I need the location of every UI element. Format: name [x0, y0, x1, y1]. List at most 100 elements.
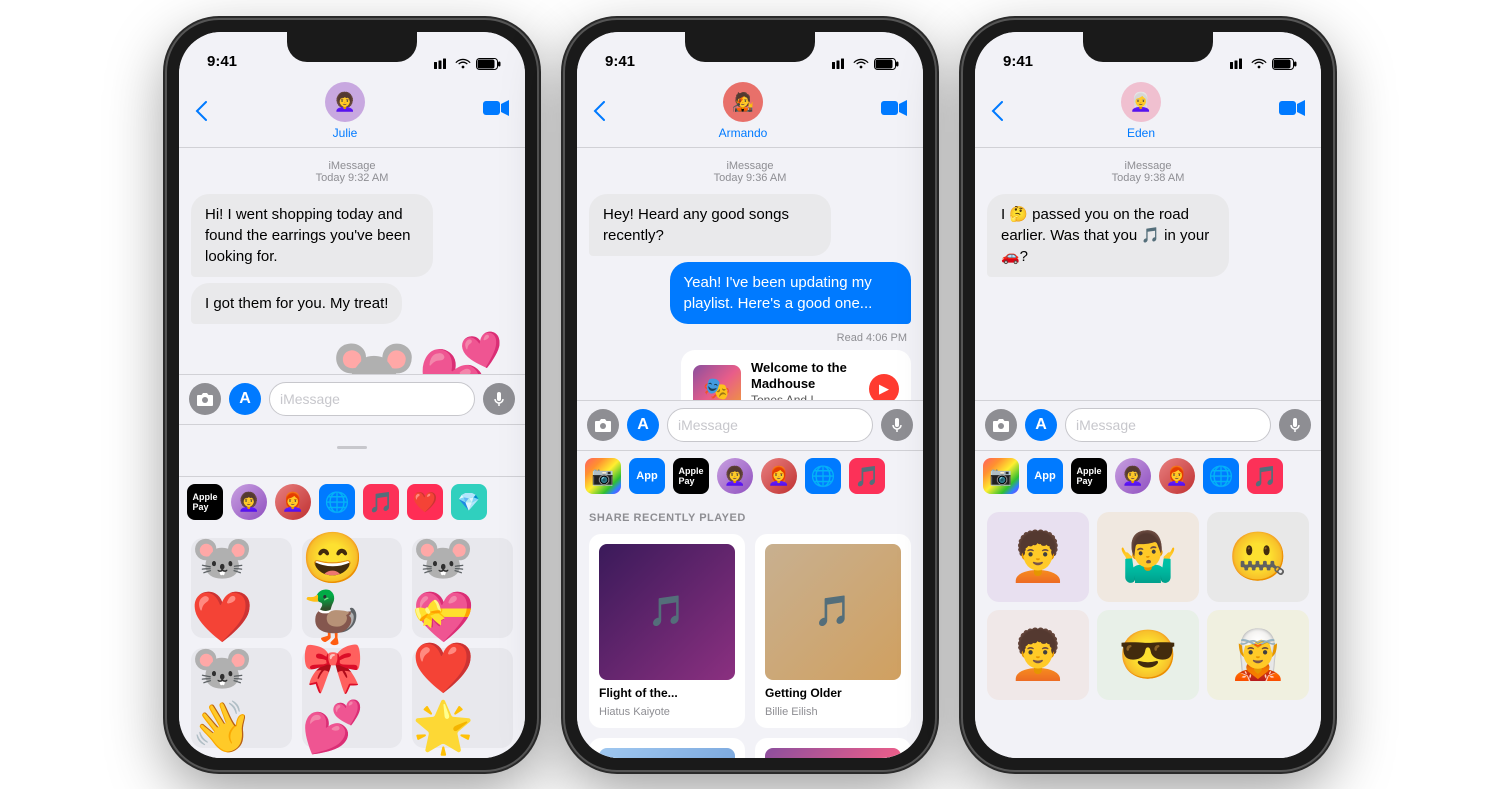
sticker-3[interactable]: 🐭💝	[412, 538, 513, 638]
input-bar-armando: A iMessage	[577, 400, 923, 450]
bubble-1: Hi! I went shopping today and found the …	[191, 194, 433, 277]
music-panel-armando: SHARE RECENTLY PLAYED 🎵 Flight of the...…	[577, 502, 923, 758]
appstore-icon-armando[interactable]: App	[629, 458, 665, 494]
memoji-2[interactable]: 🤷‍♂️	[1097, 512, 1199, 602]
memoji-4[interactable]: 🧑‍🦱	[987, 610, 1089, 700]
apps-btn-armando[interactable]: A	[627, 409, 659, 441]
video-button-armando[interactable]	[881, 99, 907, 123]
avatar-eden: 👩‍🦳	[1121, 82, 1161, 122]
globe-icon-eden[interactable]: 🌐	[1203, 458, 1239, 494]
avatar-armando: 🧑‍🎤	[723, 82, 763, 122]
contact-header-julie[interactable]: 👩‍🦱 Julie	[325, 82, 365, 140]
memoji-6[interactable]: 🧝	[1207, 610, 1309, 700]
camera-btn-armando[interactable]	[587, 409, 619, 441]
thumb-1: 🎵	[599, 544, 735, 680]
timestamp-eden: iMessageToday 9:38 AM	[987, 160, 1309, 184]
memoji1-icon-armando[interactable]: 👩‍🦱	[717, 458, 753, 494]
messages-eden: iMessageToday 9:38 AM I 🤔 passed you on …	[975, 148, 1321, 400]
phones-container: 9:41 👩‍🦱 Julie	[167, 0, 1333, 789]
sticker-5[interactable]: 🎀💕	[302, 648, 403, 748]
contact-header-armando[interactable]: 🧑‍🎤 Armando	[719, 82, 768, 140]
back-button-julie[interactable]	[195, 101, 207, 121]
apps-btn-julie[interactable]: A	[229, 383, 261, 415]
sticker-2[interactable]: 😄🦆	[302, 538, 403, 638]
music-grid: 🎵 Flight of the... Hiatus Kaiyote 🎵 Gett…	[589, 534, 911, 758]
input-placeholder-julie: iMessage	[280, 391, 340, 407]
back-button-eden[interactable]	[991, 101, 1003, 121]
audio-btn-armando[interactable]	[881, 409, 913, 441]
music-card-row: 🎭 Welcome to the Madhouse Tones And I ♫ …	[589, 350, 911, 400]
status-icons-1	[434, 58, 501, 70]
memoji-1[interactable]: 🧑‍🦱	[987, 512, 1089, 602]
memoji2-icon-julie[interactable]: 👩‍🦰	[275, 484, 311, 520]
status-icons-3	[1230, 58, 1297, 70]
thumb-2: 🎵	[765, 544, 901, 680]
audio-btn-eden[interactable]	[1279, 409, 1311, 441]
memoji1-icon-eden[interactable]: 👩‍🦱	[1115, 458, 1151, 494]
applepay-icon-eden[interactable]: ApplePay	[1071, 458, 1107, 494]
music-icon-eden[interactable]: 🎵	[1247, 458, 1283, 494]
music-card[interactable]: 🎭 Welcome to the Madhouse Tones And I ♫ …	[681, 350, 911, 400]
applepay-icon-armando[interactable]: ApplePay	[673, 458, 709, 494]
input-bar-julie: A iMessage	[179, 374, 525, 424]
message-input-julie[interactable]: iMessage	[269, 382, 475, 416]
memoji1-icon-julie[interactable]: 👩‍🦱	[231, 484, 267, 520]
back-button-armando[interactable]	[593, 101, 605, 121]
thumb-3: 🎵	[599, 748, 735, 758]
teal-icon-julie[interactable]: 💎	[451, 484, 487, 520]
music-item-3[interactable]: 🎵 You Signed U... Maisie Peters	[589, 738, 745, 758]
camera-btn-julie[interactable]	[189, 383, 221, 415]
heart-icon-julie[interactable]: ❤️	[407, 484, 443, 520]
contact-name-eden: Eden	[1127, 126, 1155, 140]
applepay-icon-julie[interactable]: ApplePay	[187, 484, 223, 520]
music-item-2[interactable]: 🎵 Getting Older Billie Eilish	[755, 534, 911, 728]
mtitle-2: Getting Older	[765, 686, 901, 700]
memoji-panel-eden: 🧑‍🦱 🤷‍♂️ 🤐 🧑‍🦱 😎 🧝	[975, 502, 1321, 758]
message-input-eden[interactable]: iMessage	[1065, 408, 1271, 442]
music-info: Welcome to the Madhouse Tones And I ♫ Mu…	[751, 360, 859, 400]
globe-icon-armando[interactable]: 🌐	[805, 458, 841, 494]
sticker-1[interactable]: 🐭❤️	[191, 538, 292, 638]
sticker-4[interactable]: 🐭👋	[191, 648, 292, 748]
globe-icon-julie[interactable]: 🌐	[319, 484, 355, 520]
appstore-icon-eden[interactable]: App	[1027, 458, 1063, 494]
memoji2-icon-armando[interactable]: 👩‍🦰	[761, 458, 797, 494]
memoji2-icon-eden[interactable]: 👩‍🦰	[1159, 458, 1195, 494]
notch-1	[287, 32, 417, 62]
bubble-a1: Hey! Heard any good songs recently?	[589, 194, 831, 256]
stickers-grid-julie: 🐭❤️ 😄🦆 🐭💝 🐭👋 🎀💕 ❤️🌟	[191, 538, 513, 748]
contact-header-eden[interactable]: 👩‍🦳 Eden	[1121, 82, 1161, 140]
message-row-1: Hi! I went shopping today and found the …	[191, 194, 513, 277]
messages-armando: iMessageToday 9:36 AM Hey! Heard any goo…	[577, 148, 923, 400]
nav-bar-julie: 👩‍🦱 Julie	[179, 76, 525, 148]
video-button-julie[interactable]	[483, 99, 509, 123]
message-input-armando[interactable]: iMessage	[667, 408, 873, 442]
music-thumb: 🎭	[693, 365, 741, 399]
msg-row-e1: I 🤔 passed you on the road earlier. Was …	[987, 194, 1309, 277]
music-item-1[interactable]: 🎵 Flight of the... Hiatus Kaiyote	[589, 534, 745, 728]
music-icon-armando[interactable]: 🎵	[849, 458, 885, 494]
camera-btn-eden[interactable]	[985, 409, 1017, 441]
phone-julie: 9:41 👩‍🦱 Julie	[167, 20, 537, 770]
music-icon-julie[interactable]: 🎵	[363, 484, 399, 520]
app-icons-tray-eden: 📷 App ApplePay 👩‍🦱 👩‍🦰 🌐 🎵	[975, 450, 1321, 502]
apps-btn-eden[interactable]: A	[1025, 409, 1057, 441]
photos-icon-eden[interactable]: 📷	[983, 458, 1019, 494]
mtitle-1: Flight of the...	[599, 686, 735, 700]
message-row-2: I got them for you. My treat!	[191, 283, 513, 324]
martist-2: Billie Eilish	[765, 706, 901, 718]
photos-icon-armando[interactable]: 📷	[585, 458, 621, 494]
sticker-6[interactable]: ❤️🌟	[412, 648, 513, 748]
apps-tray-julie	[179, 424, 525, 476]
memoji-5[interactable]: 😎	[1097, 610, 1199, 700]
bubble-a2: Yeah! I've been updating my playlist. He…	[670, 262, 912, 324]
video-button-eden[interactable]	[1279, 99, 1305, 123]
memoji-3[interactable]: 🤐	[1207, 512, 1309, 602]
msg-row-a1: Hey! Heard any good songs recently?	[589, 194, 911, 256]
phone-eden: 9:41 👩‍🦳 Eden i	[963, 20, 1333, 770]
audio-btn-julie[interactable]	[483, 383, 515, 415]
music-item-4[interactable]: 🎭 Welcome to t... Tones And I	[755, 738, 911, 758]
play-button[interactable]: ▶	[869, 374, 899, 399]
section-title-armando: SHARE RECENTLY PLAYED	[589, 512, 911, 524]
input-placeholder-eden: iMessage	[1076, 417, 1136, 433]
